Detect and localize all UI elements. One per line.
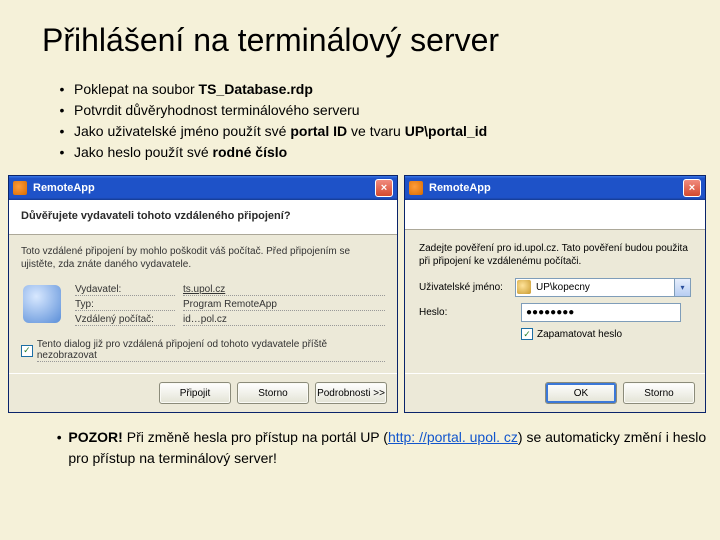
user-icon bbox=[517, 280, 531, 294]
dialog-banner bbox=[405, 200, 705, 230]
titlebar-text: RemoteApp bbox=[429, 182, 491, 194]
cancel-button[interactable]: Storno bbox=[623, 382, 695, 404]
titlebar[interactable]: RemoteApp × bbox=[405, 176, 705, 200]
username-label: Uživatelské jméno: bbox=[419, 282, 515, 293]
password-label: Heslo: bbox=[419, 307, 521, 318]
credentials-dialog: RemoteApp × Zadejte pověření pro id.upol… bbox=[404, 175, 706, 413]
bullet-item: • Potvrdit důvěryhodnost terminálového s… bbox=[50, 100, 720, 121]
footer-note: • POZOR! Při změně hesla pro přístup na … bbox=[50, 427, 720, 469]
app-icon bbox=[13, 181, 27, 195]
bullet-item: • Poklepat na soubor TS_Database.rdp bbox=[50, 79, 720, 100]
portal-link[interactable]: http: //portal. upol. cz bbox=[388, 429, 518, 445]
titlebar[interactable]: RemoteApp × bbox=[9, 176, 397, 200]
button-bar: Připojit Storno Podrobnosti >> bbox=[9, 373, 397, 412]
remember-password-checkbox[interactable]: ✓ bbox=[521, 328, 533, 340]
bullet-item: • Jako heslo použít své rodné číslo bbox=[50, 142, 720, 163]
password-field[interactable] bbox=[521, 303, 681, 322]
bullet-list: • Poklepat na soubor TS_Database.rdp • P… bbox=[50, 79, 720, 163]
bullet-item: • Jako uživatelské jméno použít své port… bbox=[50, 121, 720, 142]
ok-button[interactable]: OK bbox=[545, 382, 617, 404]
username-field[interactable] bbox=[515, 278, 691, 297]
connect-button[interactable]: Připojit bbox=[159, 382, 231, 404]
titlebar-text: RemoteApp bbox=[33, 182, 95, 194]
dialog-description: Toto vzdálené připojení by mohlo poškodi… bbox=[21, 245, 385, 271]
checkbox-label: Tento dialog již pro vzdálená připojení … bbox=[37, 339, 385, 362]
remember-label: Zapamatovat heslo bbox=[537, 329, 622, 340]
publisher-link[interactable]: ts.upol.cz bbox=[183, 284, 385, 296]
details-button[interactable]: Podrobnosti >> bbox=[315, 382, 387, 404]
trust-dialog: RemoteApp × Důvěřujete vydavateli tohoto… bbox=[8, 175, 398, 413]
dialog-banner: Důvěřujete vydavateli tohoto vzdáleného … bbox=[9, 200, 397, 235]
close-icon[interactable]: × bbox=[375, 179, 393, 197]
button-bar: OK Storno bbox=[405, 373, 705, 412]
credentials-description: Zadejte pověření pro id.upol.cz. Tato po… bbox=[419, 242, 691, 268]
computer-icon bbox=[23, 285, 61, 323]
chevron-down-icon[interactable]: ▾ bbox=[674, 279, 690, 296]
slide-title: Přihlášení na terminálový server bbox=[0, 0, 720, 59]
cancel-button[interactable]: Storno bbox=[237, 382, 309, 404]
info-table: Vydavatel:ts.upol.cz Typ:Program RemoteA… bbox=[75, 281, 385, 329]
dont-show-checkbox[interactable]: ✓ bbox=[21, 345, 33, 357]
dialog-question: Důvěřujete vydavateli tohoto vzdáleného … bbox=[21, 210, 385, 222]
close-icon[interactable]: × bbox=[683, 179, 701, 197]
app-icon bbox=[409, 181, 423, 195]
